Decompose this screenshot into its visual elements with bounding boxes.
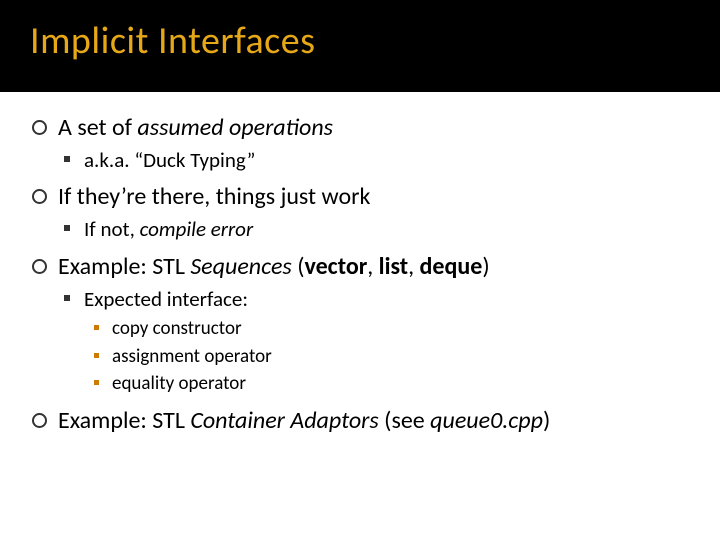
bullet-list-level3: copy constructor assignment operator equ…	[88, 315, 700, 398]
text-fragment: assignment operator	[112, 345, 272, 368]
slide-title: Implicit Interfaces	[0, 0, 720, 92]
text-fragment: equality operator	[112, 372, 246, 395]
text-fragment-italic: queue0.cpp	[430, 406, 543, 435]
text-fragment: )	[482, 252, 489, 281]
text-fragment: (	[292, 252, 305, 281]
text-fragment: ,	[408, 252, 419, 281]
text-fragment: A set of	[58, 113, 137, 142]
bullet-list-level2: If not, compile error	[58, 214, 700, 245]
text-fragment-bold: vector	[304, 252, 367, 281]
text-fragment: a.k.a. “Duck Typing”	[84, 147, 255, 173]
list-item: Example: STL Sequences (vector, list, de…	[28, 249, 700, 403]
slide: Implicit Interfaces A set of assumed ope…	[0, 0, 720, 540]
text-fragment: )	[543, 406, 550, 435]
text-fragment: Expected interface:	[84, 286, 248, 312]
text-fragment-italic: compile error	[140, 216, 254, 242]
bullet-list-level2: a.k.a. “Duck Typing”	[58, 145, 700, 176]
text-fragment: Example: STL	[58, 406, 190, 435]
text-fragment-bold: list	[379, 252, 408, 281]
text-fragment: ,	[367, 252, 378, 281]
bullet-list-level1: A set of assumed operations a.k.a. “Duck…	[28, 110, 700, 439]
slide-content: A set of assumed operations a.k.a. “Duck…	[0, 92, 720, 439]
list-item: a.k.a. “Duck Typing”	[58, 145, 700, 176]
text-fragment: If they’re there, things just work	[58, 182, 370, 211]
list-item: Example: STL Container Adaptors (see que…	[28, 403, 700, 439]
list-item: equality operator	[88, 370, 700, 398]
text-fragment: copy constructor	[112, 317, 242, 340]
list-item: Expected interface: copy constructor ass…	[58, 284, 700, 400]
list-item: assignment operator	[88, 343, 700, 371]
text-fragment: Example: STL	[58, 252, 190, 281]
text-fragment: If not,	[84, 216, 140, 242]
list-item: If they’re there, things just work If no…	[28, 179, 700, 248]
list-item: If not, compile error	[58, 214, 700, 245]
bullet-list-level2: Expected interface: copy constructor ass…	[58, 284, 700, 400]
list-item: copy constructor	[88, 315, 700, 343]
text-fragment-italic: Sequences	[190, 252, 291, 281]
text-fragment-italic: assumed operations	[137, 113, 333, 142]
text-fragment: (see	[379, 406, 430, 435]
text-fragment-bold: deque	[420, 252, 483, 281]
text-fragment-italic: Container Adaptors	[190, 406, 378, 435]
list-item: A set of assumed operations a.k.a. “Duck…	[28, 110, 700, 179]
